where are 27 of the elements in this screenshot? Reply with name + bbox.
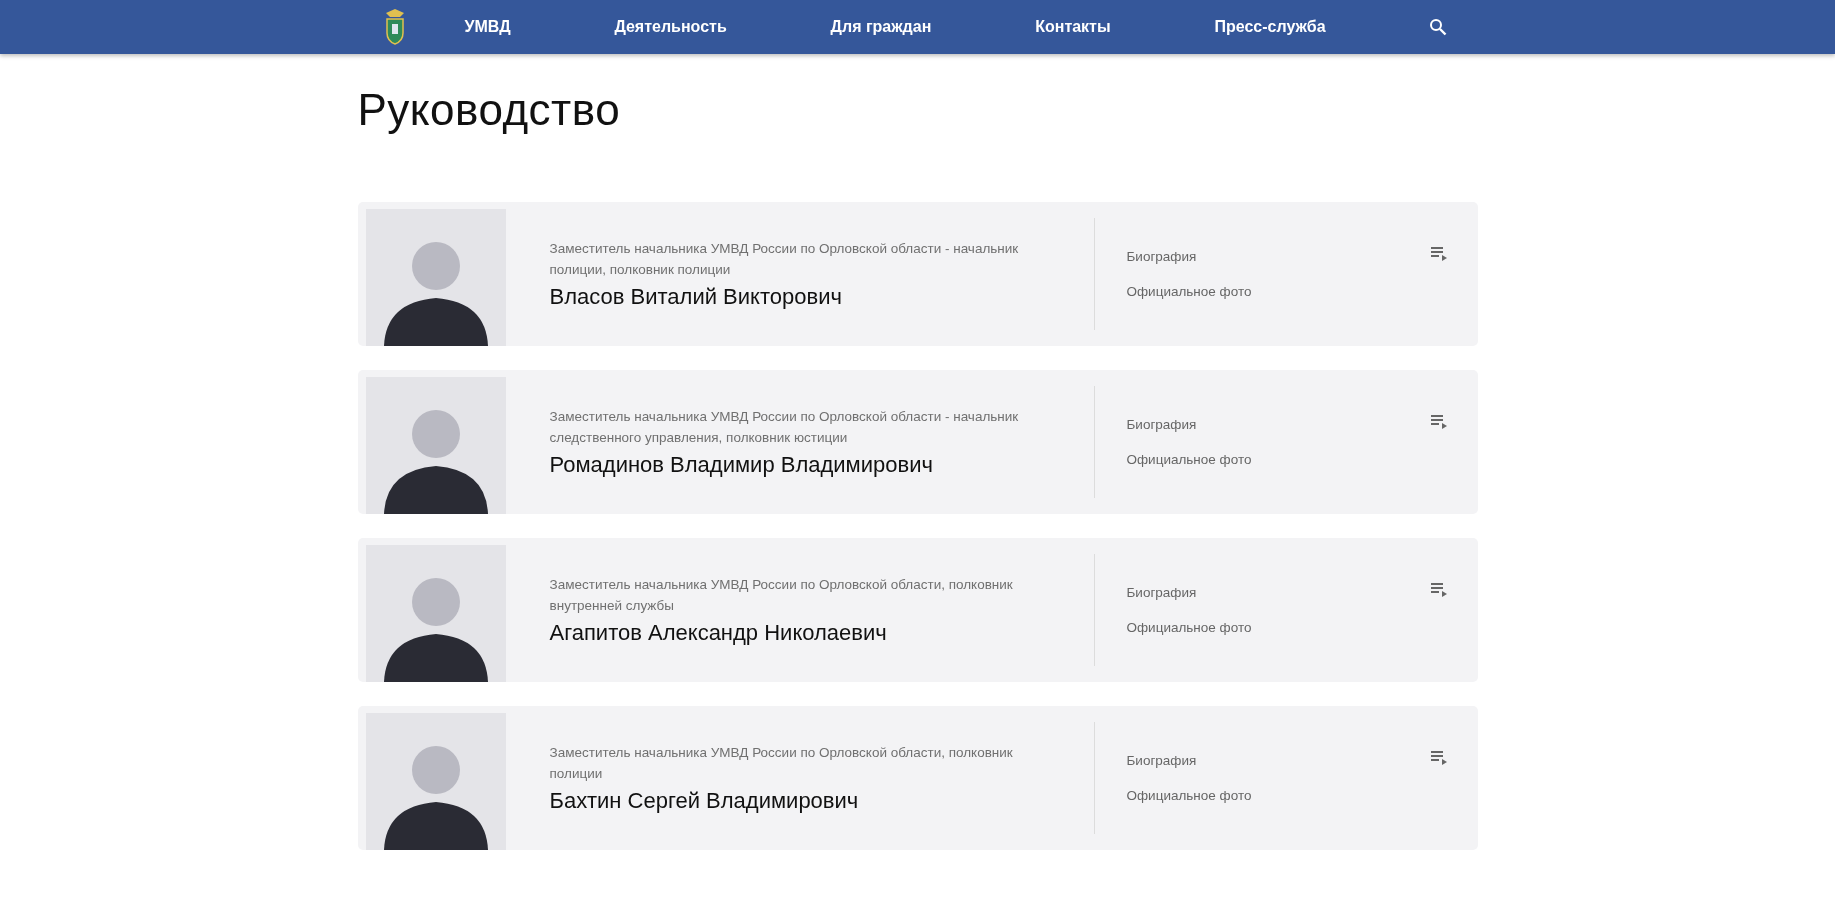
nav-link[interactable]: Пресс-служба <box>1214 18 1326 36</box>
position-text: Заместитель начальника УМВД России по Орловской области - начальник полиции, полковник полиции <box>549 240 1020 279</box>
document-link[interactable]: Официальное фото <box>1126 284 1478 299</box>
document-link[interactable]: Официальное фото <box>1126 620 1478 635</box>
leader-name: Агапитов Александр Николаевич <box>549 620 888 646</box>
nav-link[interactable]: УМВД <box>464 18 511 36</box>
document-link[interactable]: Официальное фото <box>1126 452 1478 467</box>
nav-link[interactable]: Для граждан <box>830 18 932 36</box>
page-title: Руководство <box>357 84 622 136</box>
playlist-icon[interactable] <box>1429 582 1448 598</box>
playlist-icon[interactable] <box>1429 414 1448 430</box>
leader-name: Власов Виталий Викторович <box>549 284 843 310</box>
search-icon[interactable] <box>1429 18 1448 36</box>
document-link[interactable]: Биография <box>1126 585 1478 600</box>
playlist-icon[interactable] <box>1429 246 1448 262</box>
document-link[interactable]: Биография <box>1126 753 1478 768</box>
leader-name: Бахтин Сергей Владимирович <box>549 788 860 814</box>
leader-name: Ромадинов Владимир Владимирович <box>549 452 934 478</box>
nav-link[interactable]: Контакты <box>1035 18 1111 36</box>
document-link[interactable]: Биография <box>1126 249 1478 264</box>
nav-link[interactable]: Деятельность <box>614 18 727 36</box>
playlist-icon[interactable] <box>1429 750 1448 766</box>
position-text: Заместитель начальника УМВД России по Орловской области, полковник внутренней службы <box>549 576 1014 615</box>
position-text: Заместитель начальника УМВД России по Орловской области - начальник следственного управления, полковник юстиции <box>549 408 1020 447</box>
position-text: Заместитель начальника УМВД России по Орловской области, полковник полиции <box>549 744 1014 783</box>
document-link[interactable]: Биография <box>1126 417 1478 432</box>
document-link[interactable]: Официальное фото <box>1126 788 1478 803</box>
